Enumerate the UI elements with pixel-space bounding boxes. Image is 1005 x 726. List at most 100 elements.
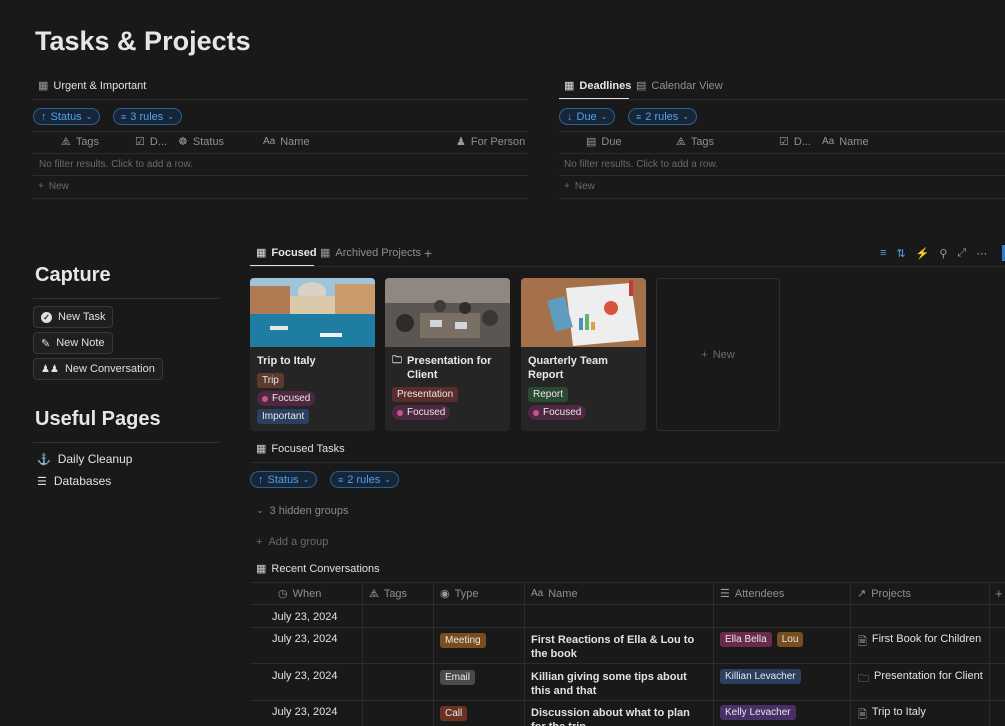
tag-focused: Focused: [257, 391, 316, 406]
text-icon: Aa: [822, 136, 835, 147]
tag-label: Important: [262, 411, 305, 422]
filter-icon: ≡: [338, 474, 344, 485]
checkbox-icon: ☑: [135, 135, 145, 148]
tab-archived-projects[interactable]: ▦ Archived Projects: [320, 247, 421, 259]
col-tags[interactable]: ⧌ Tags: [369, 588, 407, 600]
database-icon: ☰: [37, 475, 47, 488]
list-icon: ☰: [720, 587, 730, 600]
urgent-col-name[interactable]: Aa Name: [263, 136, 310, 148]
col-attendees[interactable]: ☰ Attendees: [720, 588, 784, 600]
deadlines-sort-label: Due: [576, 110, 597, 123]
plus-icon: +: [256, 536, 263, 548]
deadlines-col-tags[interactable]: ⧌ Tags: [676, 136, 714, 148]
new-card-button[interactable]: + New: [656, 278, 780, 431]
link-databases[interactable]: ☰ Databases: [37, 474, 111, 488]
page-title: Tasks & Projects: [35, 26, 251, 56]
tag-important: Important: [257, 409, 310, 424]
project-link[interactable]: Presentation for Client: [874, 670, 983, 689]
deadlines-filter-label: 2 rules: [645, 110, 679, 123]
card-title: Presentation for Client: [407, 355, 492, 381]
deadlines-col-name[interactable]: Aa Name: [822, 136, 869, 148]
plus-icon: +: [564, 181, 570, 192]
project-card[interactable]: Trip to Italy Trip Focused Important: [250, 278, 375, 431]
tab-calendar-view[interactable]: ▤ Calendar View: [636, 80, 723, 92]
tab-deadlines[interactable]: ▦ Deadlines: [564, 80, 631, 92]
focused-filter-pill[interactable]: ≡ 2 rules ⌄: [330, 471, 399, 488]
new-task-button[interactable]: ✓ New Task: [33, 306, 114, 328]
table-icon: ▦: [256, 442, 267, 455]
deadlines-new-row[interactable]: + New: [564, 181, 595, 192]
add-view-button[interactable]: +: [424, 245, 432, 261]
urgent-filter-pill[interactable]: ≡ 3 rules ⌄: [113, 108, 182, 125]
search-icon[interactable]: ⚲: [939, 247, 947, 260]
project-card[interactable]: 🗀 Presentation for Client Presentation F…: [385, 278, 510, 431]
more-icon[interactable]: ⋯: [976, 247, 987, 260]
gallery-icon: ▦: [256, 246, 267, 259]
new-conversation-button[interactable]: ♟♟ New Conversation: [33, 358, 163, 380]
urgent-col-done[interactable]: ☑ D...: [135, 136, 167, 148]
project-card[interactable]: Quarterly Team Report Report Focused: [521, 278, 646, 431]
cell-name[interactable]: Killian giving some tips about this and …: [531, 670, 706, 698]
urgent-col-tags[interactable]: ⧌ Tags: [61, 136, 99, 148]
link-label: Daily Cleanup: [57, 452, 133, 466]
type-tag: Email: [440, 670, 476, 685]
deadlines-col-done[interactable]: ☑ D...: [779, 136, 811, 148]
urgent-view-tab[interactable]: ▦ Urgent & Important: [38, 80, 146, 92]
urgent-empty-text[interactable]: No filter results. Click to add a row.: [39, 159, 193, 170]
tag-label: Report: [533, 389, 564, 400]
tag-presentation: Presentation: [392, 387, 459, 402]
col-type[interactable]: ◉ Type: [440, 588, 478, 600]
urgent-col-status[interactable]: ☸ Status: [178, 136, 224, 148]
relation-arrow-icon: ↗: [857, 587, 867, 600]
filter-icon[interactable]: ≡: [880, 247, 886, 260]
attendee-tag: Killian Levacher: [720, 669, 801, 684]
chevron-down-icon: ⌄: [256, 505, 264, 515]
project-link[interactable]: First Book for Children: [872, 633, 981, 652]
col-label: Tags: [690, 136, 715, 148]
deadlines-sort-pill[interactable]: ↓ Due ⌄: [559, 108, 616, 125]
col-label: Tags: [383, 588, 408, 600]
person-icon: ♟: [456, 135, 466, 148]
add-column-icon[interactable]: +: [995, 586, 1003, 601]
hidden-groups-toggle[interactable]: ⌄ 3 hidden groups: [256, 505, 348, 517]
focused-sort-pill[interactable]: ↑ Status ⌄: [250, 471, 318, 488]
add-group-button[interactable]: + Add a group: [256, 536, 328, 548]
tag-label: Focused: [407, 407, 446, 418]
tag-label: Focused: [543, 407, 582, 418]
recent-conversations-view[interactable]: ▦ Recent Conversations: [256, 563, 380, 575]
deadlines-filter-pill[interactable]: ≡ 2 rules ⌄: [628, 108, 697, 125]
deadlines-col-due[interactable]: ▤ Due: [586, 136, 622, 148]
deadlines-empty-text[interactable]: No filter results. Click to add a row.: [564, 159, 718, 170]
col-when[interactable]: ◷ When: [278, 588, 321, 600]
lightning-icon[interactable]: ⚡: [916, 247, 930, 260]
tag-icon: ⧌: [676, 135, 686, 148]
col-label: D...: [149, 136, 167, 148]
tab-label: Deadlines: [579, 80, 632, 92]
table-icon: ▦: [564, 79, 575, 92]
new-note-button[interactable]: ✎ New Note: [33, 332, 113, 354]
urgent-new-row[interactable]: + New: [38, 181, 69, 192]
expand-icon[interactable]: ⤢: [957, 247, 966, 260]
sort-icon[interactable]: ⇅: [896, 247, 905, 260]
project-link[interactable]: Trip to Italy: [872, 706, 926, 725]
col-name[interactable]: Aa Name: [531, 588, 578, 600]
arrow-down-icon: ↓: [567, 110, 573, 123]
col-label: Due: [601, 136, 622, 148]
urgent-sort-pill[interactable]: ↑ Status ⌄: [33, 108, 101, 125]
chevron-down-icon: ⌄: [302, 475, 310, 484]
col-projects[interactable]: ↗ Projects: [857, 588, 911, 600]
col-label: Name: [839, 136, 869, 148]
table-icon: ▦: [320, 246, 331, 259]
button-label: New Note: [56, 337, 105, 349]
cell-when: July 23, 2024: [272, 670, 338, 682]
cell-name[interactable]: First Reactions of Ella & Lou to the boo…: [531, 633, 706, 661]
cell-name[interactable]: Discussion about what to plan for the tr…: [531, 706, 706, 726]
card-title: Trip to Italy: [257, 355, 316, 367]
urgent-filter-label: 3 rules: [130, 110, 164, 123]
urgent-col-person[interactable]: ♟ For Person: [456, 136, 525, 148]
focused-tasks-view[interactable]: ▦ Focused Tasks: [256, 443, 345, 455]
link-daily-cleanup[interactable]: ⚓ Daily Cleanup: [37, 452, 132, 466]
button-label: New Conversation: [64, 363, 155, 375]
tab-focused[interactable]: ▦ Focused: [256, 247, 317, 259]
filter-icon: ≡: [636, 111, 642, 122]
